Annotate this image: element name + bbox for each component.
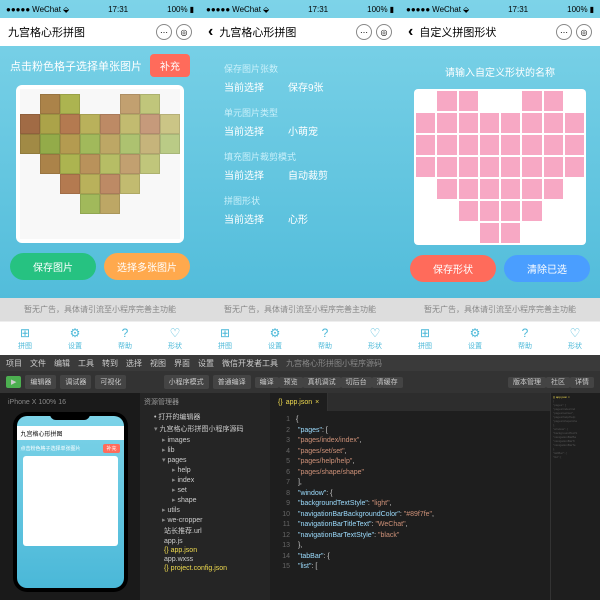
tab-帮助[interactable]: ?帮助 <box>100 322 150 355</box>
tab-帮助[interactable]: ?帮助 <box>500 322 550 355</box>
phone-screen-3: WeChat ⬙17:31100% ▮ 自定义拼图形状 ⋯◎ 请输入自定义形状的… <box>400 0 600 355</box>
tab-形状[interactable]: ♡形状 <box>150 322 200 355</box>
menu-转到[interactable]: 转到 <box>102 358 118 369</box>
wechat-devtools-ide: 项目文件编辑工具转到选择视图界面设置微信开发者工具九宫格心形拼图小程序源码 ▶ … <box>0 355 600 600</box>
mode-select[interactable]: 小程序模式 <box>164 375 209 389</box>
fill-button[interactable]: 补充 <box>150 54 190 77</box>
shape-name-hint: 请输入自定义形状的名称 <box>410 54 590 89</box>
menu-工具[interactable]: 工具 <box>78 358 94 369</box>
menu-微信开发者工具[interactable]: 微信开发者工具 <box>222 358 278 369</box>
menu-文件[interactable]: 文件 <box>30 358 46 369</box>
code-editor[interactable]: {} app.json × 1{2 "pages": [3 "pages/ind… <box>270 393 550 600</box>
tab-形状[interactable]: ♡形状 <box>550 322 600 355</box>
menu-icon[interactable]: ⋯ <box>156 24 172 40</box>
nav-bar: 九宫格心形拼图 ⋯◎ <box>0 18 200 46</box>
menu-设置[interactable]: 设置 <box>198 358 214 369</box>
menu-选择[interactable]: 选择 <box>126 358 142 369</box>
choose-images-button[interactable]: 选择多张图片 <box>104 253 190 280</box>
clear-shape-button[interactable]: 清除已选 <box>504 255 590 282</box>
menu-视图[interactable]: 视图 <box>150 358 166 369</box>
setting-group[interactable]: 单元图片类型当前选择小萌宠 <box>224 106 376 138</box>
shape-editor-grid[interactable] <box>414 89 586 245</box>
debugger-toggle[interactable]: 调试器 <box>60 375 91 389</box>
simulator-panel: iPhone X 100% 16 九宫格心形拼图 点击粉色格子选择单张图片补充 <box>0 393 140 600</box>
tab-拼图[interactable]: ⊞拼图 <box>400 322 450 355</box>
file-explorer[interactable]: 资源管理器 • 打开的编辑器 九宫格心形拼图小程序源码 imageslibpag… <box>140 393 270 600</box>
heart-puzzle-grid[interactable] <box>16 85 184 243</box>
ad-banner: 暂无广告，具体请引流至小程序完善主功能 <box>0 298 200 321</box>
menu-项目[interactable]: 项目 <box>6 358 22 369</box>
setting-group[interactable]: 保存图片张数当前选择保存9张 <box>224 62 376 94</box>
hint-text: 点击粉色格子选择单张图片 <box>10 58 142 74</box>
tab-拼图[interactable]: ⊞拼图 <box>0 322 50 355</box>
tab-设置[interactable]: ⚙设置 <box>250 322 300 355</box>
tab-bar: ⊞拼图⚙设置?帮助♡形状 <box>0 321 200 355</box>
status-bar: WeChat ⬙ 17:31 100% ▮ <box>0 0 200 18</box>
tab-设置[interactable]: ⚙设置 <box>450 322 500 355</box>
toolbar[interactable]: ▶ 编辑器 调试器 可视化 小程序模式 普通编译 编译预览真机调试切后台清缓存 … <box>0 371 600 393</box>
back-button[interactable] <box>408 23 413 41</box>
back-button[interactable] <box>208 23 213 41</box>
compile-select[interactable]: 普通编译 <box>213 375 251 389</box>
device-info[interactable]: iPhone X 100% 16 <box>4 397 136 408</box>
menu-bar[interactable]: 项目文件编辑工具转到选择视图界面设置微信开发者工具九宫格心形拼图小程序源码 <box>0 355 600 371</box>
simulator-toggle[interactable]: ▶ <box>6 376 21 388</box>
tab-设置[interactable]: ⚙设置 <box>50 322 100 355</box>
signal-icon <box>6 5 30 14</box>
save-shape-button[interactable]: 保存形状 <box>410 255 496 282</box>
menu-编辑[interactable]: 编辑 <box>54 358 70 369</box>
page-title: 九宫格心形拼图 <box>8 24 150 40</box>
save-image-button[interactable]: 保存图片 <box>10 253 96 280</box>
phone-screen-1: WeChat ⬙ 17:31 100% ▮ 九宫格心形拼图 ⋯◎ 点击粉色格子选… <box>0 0 200 355</box>
tab-拼图[interactable]: ⊞拼图 <box>200 322 250 355</box>
settings-list: 保存图片张数当前选择保存9张单元图片类型当前选择小萌宠填充图片裁剪模式当前选择自… <box>210 54 390 246</box>
editor-tab-appjson[interactable]: {} app.json × <box>270 393 328 411</box>
tab-形状[interactable]: ♡形状 <box>350 322 400 355</box>
setting-group[interactable]: 填充图片裁剪模式当前选择自动裁剪 <box>224 150 376 182</box>
simulator-frame[interactable]: 九宫格心形拼图 点击粉色格子选择单张图片补充 <box>13 412 128 592</box>
setting-group[interactable]: 拼图形状当前选择心形 <box>224 194 376 226</box>
editor-toggle[interactable]: 编辑器 <box>25 375 56 389</box>
close-icon[interactable]: ◎ <box>176 24 192 40</box>
phone-screen-2: WeChat ⬙17:31100% ▮ 九宫格心形拼图 ⋯◎ 保存图片张数当前选… <box>200 0 400 355</box>
minimap[interactable]: {} app.json ×{ "pages": [ "pages/index/i… <box>550 393 600 600</box>
tab-帮助[interactable]: ?帮助 <box>300 322 350 355</box>
project-root[interactable]: 九宫格心形拼图小程序源码 <box>144 423 266 435</box>
menu-界面[interactable]: 界面 <box>174 358 190 369</box>
